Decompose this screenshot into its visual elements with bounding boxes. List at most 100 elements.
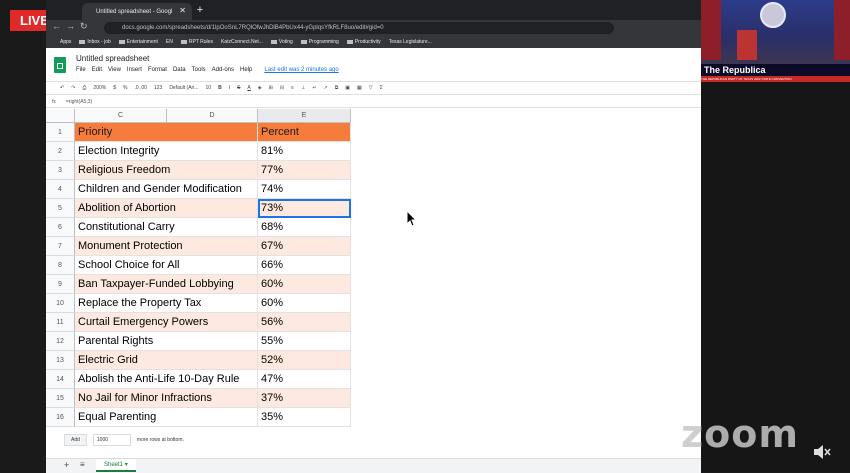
percent-cell[interactable]: 81%	[258, 142, 351, 161]
priority-cell[interactable]: Replace the Property Tax	[75, 294, 258, 313]
forward-icon[interactable]: →	[66, 21, 80, 31]
last-edit-link[interactable]: Last edit was 2 minutes ago	[264, 67, 338, 73]
row-header[interactable]: 3	[46, 161, 75, 180]
strikethrough-icon[interactable]: S	[237, 85, 240, 91]
rotate-icon[interactable]: ↗	[324, 85, 328, 91]
menu-view[interactable]: View	[108, 67, 121, 73]
menu-edit[interactable]: Edit	[92, 67, 102, 73]
menu-format[interactable]: Format	[148, 67, 167, 73]
zoom-select[interactable]: 200%	[93, 85, 106, 91]
row-header[interactable]: 7	[46, 237, 75, 256]
bookmark-apps[interactable]: Apps	[60, 39, 71, 45]
percent-format-button[interactable]: %	[123, 85, 127, 91]
bookmark-en[interactable]: EN	[166, 39, 173, 45]
row-header[interactable]: 13	[46, 351, 75, 370]
nav-buttons[interactable]: ←→↻	[52, 21, 93, 32]
borders-icon[interactable]: ⊞	[269, 85, 273, 91]
formula-input[interactable]: =right(A5,3)	[66, 99, 92, 105]
priority-cell[interactable]: Abolish the Anti-Life 10-Day Rule	[75, 370, 258, 389]
new-tab-button[interactable]: +	[194, 4, 206, 16]
link-icon[interactable]: ⧉	[335, 85, 339, 91]
bookmark-katzconnect[interactable]: KatzConnect.Net...	[221, 39, 263, 45]
priority-cell[interactable]: Ban Taxpayer-Funded Lobbying	[75, 275, 258, 294]
comment-icon[interactable]: ▣	[345, 85, 350, 91]
percent-cell[interactable]: 35%	[258, 408, 351, 427]
menu-help[interactable]: Help	[240, 67, 252, 73]
italic-icon[interactable]: I	[229, 85, 230, 91]
wrap-icon[interactable]: ↵	[312, 85, 316, 91]
row-header[interactable]: 4	[46, 180, 75, 199]
reload-icon[interactable]: ↻	[80, 21, 93, 31]
decimal-buttons[interactable]: .0 .00	[134, 85, 147, 91]
menu-addons[interactable]: Add-ons	[212, 67, 234, 73]
percent-cell[interactable]: 47%	[258, 370, 351, 389]
undo-icon[interactable]: ↶	[60, 85, 64, 91]
text-color-icon[interactable]: A	[247, 85, 250, 91]
valign-icon[interactable]: ⊥	[301, 85, 305, 91]
add-sheet-icon[interactable]: +	[64, 460, 69, 470]
browser-tab[interactable]: Untitled spreadsheet - Googl ✕	[82, 3, 192, 20]
percent-cell[interactable]: 74%	[258, 180, 351, 199]
row-header[interactable]: 16	[46, 408, 75, 427]
bookmark-entertainment[interactable]: Entertainment	[118, 39, 158, 45]
percent-cell[interactable]: 67%	[258, 237, 351, 256]
bookmark-productivity[interactable]: Productivity	[346, 39, 381, 45]
percent-cell[interactable]: 77%	[258, 161, 351, 180]
add-rows-count-input[interactable]: 1000	[92, 434, 131, 446]
chart-icon[interactable]: ▦	[357, 85, 362, 91]
back-icon[interactable]: ←	[52, 21, 66, 31]
percent-cell[interactable]: 66%	[258, 256, 351, 275]
row-header[interactable]: 11	[46, 313, 75, 332]
percent-cell[interactable]: 52%	[258, 351, 351, 370]
speaker-muted-icon[interactable]	[812, 444, 832, 460]
menu-tools[interactable]: Tools	[192, 67, 206, 73]
percent-column-header-cell[interactable]: Percent	[258, 123, 351, 142]
fill-color-icon[interactable]: ◈	[258, 85, 262, 91]
percent-cell[interactable]: 56%	[258, 313, 351, 332]
sheet-tab-sheet1[interactable]: Sheet1 ▾	[96, 459, 136, 472]
row-header[interactable]: 15	[46, 389, 75, 408]
percent-cell[interactable]: 60%	[258, 294, 351, 313]
priority-column-header-cell[interactable]: Priority	[75, 123, 258, 142]
align-icon[interactable]: ≡	[291, 85, 294, 91]
document-title[interactable]: Untitled spreadsheet	[76, 54, 149, 63]
print-icon[interactable]: ⎙	[82, 85, 86, 91]
priority-cell[interactable]: Parental Rights	[75, 332, 258, 351]
column-header-c[interactable]: C	[75, 109, 167, 123]
filter-icon[interactable]: ▽	[369, 85, 373, 91]
priority-cell[interactable]: Curtail Emergency Powers	[75, 313, 258, 332]
priority-cell[interactable]: No Jail for Minor Infractions	[75, 389, 258, 408]
priority-cell[interactable]: Religious Freedom	[75, 161, 258, 180]
row-header[interactable]: 8	[46, 256, 75, 275]
row-header[interactable]: 12	[46, 332, 75, 351]
row-header[interactable]: 5	[46, 199, 75, 218]
functions-icon[interactable]: Σ	[380, 85, 383, 91]
priority-cell[interactable]: Children and Gender Modification	[75, 180, 258, 199]
font-size-select[interactable]: 10	[206, 85, 212, 91]
sheets-logo-icon[interactable]	[54, 57, 66, 73]
percent-cell[interactable]: 55%	[258, 332, 351, 351]
priority-cell[interactable]: Abolition of Abortion	[75, 199, 258, 218]
priority-cell[interactable]: School Choice for All	[75, 256, 258, 275]
add-rows-button[interactable]: Add	[64, 434, 87, 446]
priority-cell[interactable]: Equal Parenting	[75, 408, 258, 427]
row-header[interactable]: 6	[46, 218, 75, 237]
bookmark-rpt-rules[interactable]: RPT Rules	[180, 39, 213, 45]
close-tab-icon[interactable]: ✕	[179, 6, 186, 15]
bookmark-programming[interactable]: Programming	[300, 39, 339, 45]
row-header[interactable]: 1	[46, 123, 75, 142]
column-header-e[interactable]: E	[258, 109, 351, 123]
bold-icon[interactable]: B	[218, 85, 222, 91]
percent-cell[interactable]: 68%	[258, 218, 351, 237]
row-header[interactable]: 14	[46, 370, 75, 389]
select-all-corner[interactable]	[46, 109, 75, 123]
bookmark-texas-legislature[interactable]: Texas Legislature...	[389, 39, 432, 45]
redo-icon[interactable]: ↷	[71, 85, 75, 91]
currency-format-button[interactable]: $	[113, 85, 116, 91]
merge-icon[interactable]: ⊟	[280, 85, 284, 91]
percent-cell[interactable]: 37%	[258, 389, 351, 408]
selected-percent-cell[interactable]: 73%	[258, 199, 351, 218]
row-header[interactable]: 9	[46, 275, 75, 294]
priority-cell[interactable]: Election Integrity	[75, 142, 258, 161]
percent-cell[interactable]: 60%	[258, 275, 351, 294]
